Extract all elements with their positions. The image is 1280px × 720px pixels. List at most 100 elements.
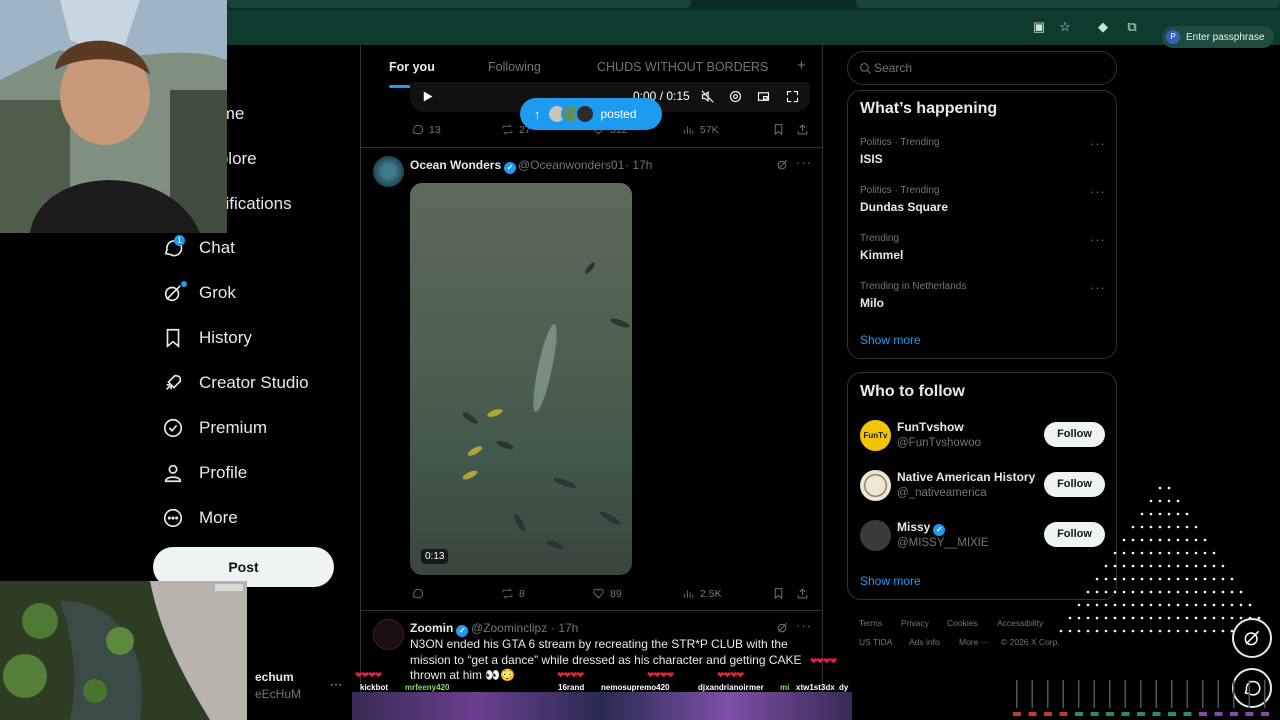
- tab-for-you[interactable]: For you: [389, 60, 435, 74]
- pattern-dot: [1131, 538, 1135, 542]
- suggestion-name[interactable]: Native American History: [897, 470, 1035, 484]
- grok-analyze-icon[interactable]: [776, 158, 789, 171]
- nav-item-history[interactable]: History: [162, 324, 252, 352]
- pattern-dot: [1158, 525, 1162, 529]
- pattern-dot: [1140, 525, 1144, 529]
- fullscreen-icon[interactable]: [785, 89, 800, 104]
- post-timestamp[interactable]: · 17h: [551, 621, 578, 635]
- pattern-dot: [1140, 577, 1144, 581]
- tab-following[interactable]: Following: [488, 60, 541, 74]
- pattern-dot: [1212, 616, 1216, 620]
- chat-username: 16rand: [558, 683, 585, 692]
- trend-name[interactable]: Milo: [860, 296, 884, 310]
- pattern-dot: [1077, 603, 1081, 607]
- post-author-name[interactable]: Ocean Wonders ✓: [410, 158, 517, 174]
- post-more-button[interactable]: ···: [796, 155, 812, 170]
- trend-name[interactable]: Kimmel: [860, 248, 903, 262]
- pattern-dot: [1113, 603, 1117, 607]
- footer-link[interactable]: Accessibility: [997, 618, 1043, 628]
- new-posts-pill[interactable]: ↑ posted: [520, 98, 662, 130]
- like-button[interactable]: 89: [592, 587, 622, 600]
- browser-tab[interactable]: [856, 0, 1280, 8]
- trend-more-button[interactable]: ···: [1090, 280, 1106, 295]
- footer-link[interactable]: Terms: [859, 618, 882, 628]
- mute-icon[interactable]: [700, 89, 715, 104]
- nav-item-profile[interactable]: Profile: [162, 459, 247, 487]
- bookmark-icon[interactable]: [772, 587, 785, 600]
- footer-link[interactable]: Cookies: [947, 618, 978, 628]
- webcam-overlay: [0, 0, 227, 233]
- settings-gear-icon[interactable]: [728, 89, 743, 104]
- reply-icon: [412, 588, 423, 599]
- play-icon[interactable]: [420, 89, 435, 104]
- trend-more-button[interactable]: ···: [1090, 232, 1106, 247]
- install-app-icon[interactable]: ▣: [1030, 18, 1048, 36]
- post-video[interactable]: 0:13: [410, 183, 632, 575]
- nav-item-creator-studio[interactable]: Creator Studio: [162, 369, 309, 397]
- meter-mark: [1137, 712, 1145, 716]
- pip-icon[interactable]: [756, 89, 771, 104]
- account-more-button[interactable]: ···: [330, 677, 342, 691]
- share-icon[interactable]: [796, 587, 809, 600]
- nav-item-grok[interactable]: Grok: [162, 279, 236, 307]
- post-author-name[interactable]: Zoomin ✓: [410, 621, 469, 637]
- author-avatar[interactable]: [373, 156, 404, 187]
- post-more-button[interactable]: ···: [796, 618, 812, 633]
- footer-link[interactable]: More ···: [959, 637, 989, 647]
- tab-chuds-without-borders[interactable]: CHUDS WITHOUT BORDERS: [597, 60, 768, 74]
- trends-show-more-link[interactable]: Show more: [860, 333, 921, 347]
- nav-item-more[interactable]: More: [162, 504, 238, 532]
- views-button[interactable]: 2.5K: [682, 587, 722, 600]
- trend-more-button[interactable]: ···: [1090, 184, 1106, 199]
- meter-mark: [1013, 712, 1021, 716]
- trend-more-button[interactable]: ···: [1090, 136, 1106, 151]
- avatar[interactable]: [860, 470, 891, 501]
- bookmark-icon[interactable]: [772, 123, 785, 136]
- footer-link[interactable]: US TIDA: [859, 637, 892, 647]
- chat-username: djxandrianoir: [698, 683, 749, 692]
- pattern-dot: [1140, 538, 1144, 542]
- account-name[interactable]: echum: [255, 670, 294, 684]
- grok-overlay-button[interactable]: [1232, 618, 1272, 658]
- repost-button[interactable]: 8: [501, 587, 525, 600]
- browser-tab[interactable]: [227, 0, 691, 8]
- post-author-handle[interactable]: @Zoominclipz: [471, 621, 547, 635]
- pattern-dot: [1104, 603, 1108, 607]
- avatar[interactable]: FunTv: [860, 420, 891, 451]
- trend-name[interactable]: Dundas Square: [860, 200, 948, 214]
- pattern-dot: [1185, 590, 1189, 594]
- nav-item-chat[interactable]: Chat: [162, 234, 235, 262]
- pattern-dot: [1194, 629, 1198, 633]
- grok-analyze-icon[interactable]: [776, 621, 789, 634]
- trend-name[interactable]: ISIS: [860, 152, 883, 166]
- views-button[interactable]: 57K: [682, 123, 719, 136]
- puzzle-extensions-icon[interactable]: ⧉: [1123, 18, 1141, 36]
- avatar[interactable]: [860, 520, 891, 551]
- reply-button[interactable]: [411, 587, 429, 600]
- profile-passphrase-chip[interactable]: P Enter passphrase: [1162, 26, 1275, 48]
- add-tab-button[interactable]: +: [797, 57, 806, 74]
- author-avatar[interactable]: [373, 619, 404, 650]
- follow-button[interactable]: Follow: [1044, 422, 1105, 447]
- extension-icon[interactable]: ◆: [1094, 18, 1112, 36]
- suggestion-name[interactable]: Missy ✓: [897, 520, 946, 536]
- follow-show-more-link[interactable]: Show more: [860, 574, 921, 588]
- pattern-dot: [1167, 629, 1171, 633]
- posted-avatars: [546, 104, 595, 124]
- pattern-dot: [1158, 616, 1162, 620]
- garden-camera-overlay: [0, 581, 247, 720]
- post-author-handle[interactable]: @Oceanwonders01: [518, 158, 624, 172]
- search-input[interactable]: [874, 58, 1104, 78]
- reply-button[interactable]: 13: [411, 123, 441, 136]
- share-icon[interactable]: [796, 123, 809, 136]
- search-box[interactable]: [847, 51, 1117, 85]
- pattern-dot: [1194, 603, 1198, 607]
- suggestion-name[interactable]: FunTvshow: [897, 420, 964, 434]
- footer-link[interactable]: Ads info: [909, 637, 940, 647]
- footer-link[interactable]: Privacy: [901, 618, 929, 628]
- pattern-dot: [1140, 616, 1144, 620]
- post-timestamp[interactable]: · 17h: [625, 158, 652, 172]
- profile-chip-label: Enter passphrase: [1186, 31, 1265, 43]
- bookmark-star-icon[interactable]: ☆: [1056, 18, 1074, 36]
- nav-item-premium[interactable]: Premium: [162, 414, 267, 442]
